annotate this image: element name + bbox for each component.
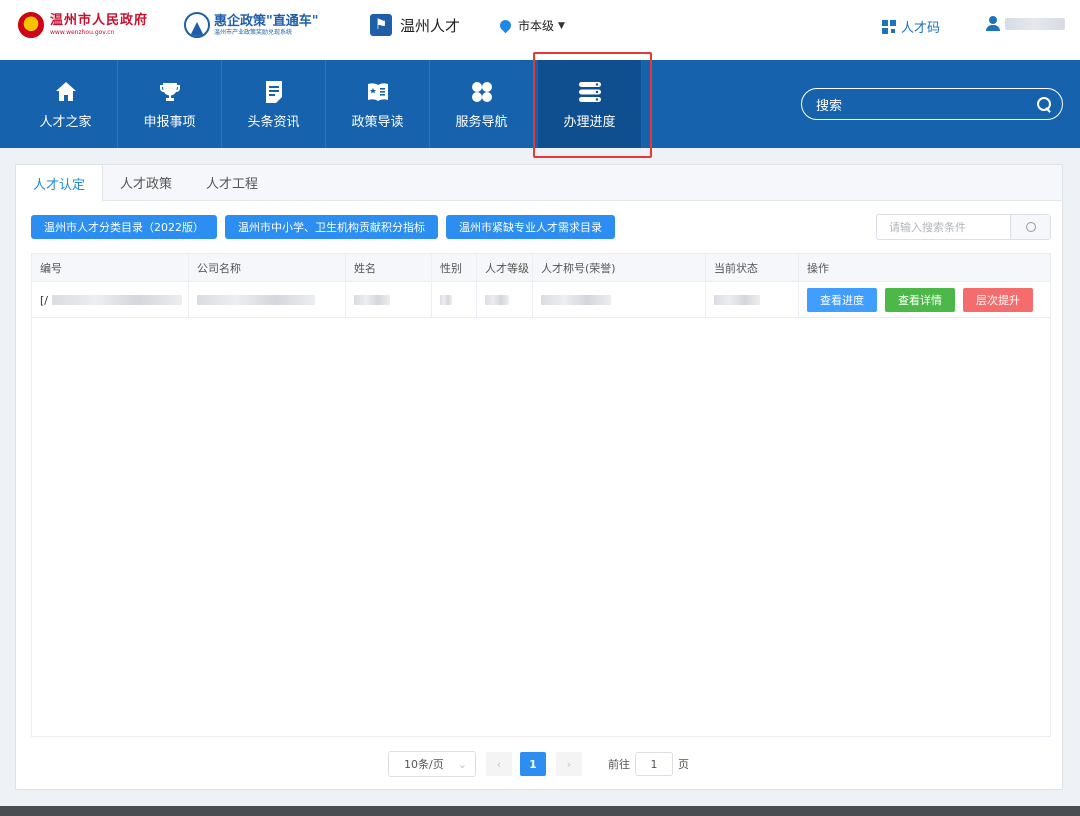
global-search[interactable]: 搜索: [801, 88, 1063, 120]
redacted-value: [541, 295, 611, 305]
column-header: 人才等级: [477, 254, 533, 282]
column-header: 操作: [807, 262, 829, 275]
national-emblem-icon: [18, 12, 44, 38]
footer-bar: [0, 806, 1080, 816]
policy-subtitle: 温州市产业政策奖励兑现系统: [214, 28, 293, 36]
gov-logo[interactable]: 温州市人民政府 www.wenzhou.gov.cn: [18, 12, 148, 38]
table-header: 编号 公司名称 姓名 性别 人才等级 人才称号(荣誉) 当前状态 操作: [32, 254, 1050, 282]
view-progress-button[interactable]: 查看进度: [807, 288, 877, 312]
prev-page-button[interactable]: ‹: [486, 752, 512, 776]
column-header: 人才称号(荣誉): [533, 254, 706, 282]
nav-label: 办理进度: [563, 114, 616, 130]
redacted-value: [197, 295, 315, 305]
nav-item-news[interactable]: 头条资讯: [222, 60, 326, 148]
nav-label: 政策导读: [351, 114, 404, 130]
category-button-row: 温州市人才分类目录（2022版） 温州市中小学、卫生机构贡献积分指标 温州市紧缺…: [31, 215, 615, 239]
talent-logo-icon: ⚑: [370, 14, 392, 36]
redacted-value: [440, 295, 452, 305]
school-health-points-button[interactable]: 温州市中小学、卫生机构贡献积分指标: [225, 215, 438, 239]
nav-label: 申报事项: [143, 114, 196, 130]
goto-label: 前往: [608, 758, 630, 771]
chevron-right-icon: ›: [566, 757, 572, 771]
nav-item-apply[interactable]: 申报事项: [118, 60, 222, 148]
column-header: 姓名: [346, 254, 432, 282]
stack-icon: [577, 79, 603, 105]
cell-title: [533, 282, 706, 318]
policy-name: 惠企政策"直通车": [214, 13, 319, 29]
nav-item-policy-guide[interactable]: 政策导读: [326, 60, 430, 148]
talent-logo[interactable]: ⚑ 温州人才: [370, 14, 460, 36]
caret-down-icon: ▼: [558, 20, 565, 31]
filter-search-button[interactable]: [1010, 215, 1050, 239]
filter-search: 请输入搜索条件: [876, 214, 1051, 240]
page-unit-label: 页: [678, 758, 689, 771]
nav-item-progress[interactable]: 办理进度: [538, 60, 642, 148]
level-upgrade-button[interactable]: 层次提升: [963, 288, 1033, 312]
nav-label: 服务导航: [455, 114, 508, 130]
user-name-redacted: [1005, 18, 1065, 30]
view-details-button[interactable]: 查看详情: [885, 288, 955, 312]
tab-bar: 人才认定 人才政策 人才工程: [16, 165, 1062, 202]
column-header: 当前状态: [706, 254, 799, 282]
table-row: [/ 查看进度 查看详情 层次提升: [32, 282, 1050, 318]
gov-name: 温州市人民政府: [50, 13, 149, 28]
trophy-icon: [157, 79, 183, 105]
cell-level: [477, 282, 533, 318]
talent-name: 温州人才: [400, 16, 461, 35]
nav-item-service-guide[interactable]: 服务导航: [430, 60, 534, 148]
shortage-talent-catalog-button[interactable]: 温州市紧缺专业人才需求目录: [446, 215, 615, 239]
cell-actions: 查看进度 查看详情 层次提升: [799, 282, 1050, 318]
search-icon[interactable]: [1036, 96, 1052, 112]
user-icon: [985, 16, 1001, 32]
chevron-left-icon: ‹: [496, 757, 502, 771]
search-icon: [1025, 222, 1036, 232]
results-table: 编号 公司名称 姓名 性别 人才等级 人才称号(荣誉) 当前状态 操作 [/ 查…: [31, 253, 1051, 737]
gov-url: www.wenzhou.gov.cn: [50, 29, 115, 36]
redacted-value: [52, 295, 182, 305]
column-header: 性别: [432, 254, 477, 282]
cell-id: [/: [32, 282, 189, 318]
cell-status: [706, 282, 799, 318]
cell-gender: [432, 282, 477, 318]
tab-talent-certification[interactable]: 人才认定: [16, 165, 104, 202]
book-icon: [365, 79, 391, 105]
redacted-value: [354, 295, 390, 305]
policy-logo-icon: [184, 12, 210, 38]
document-icon: [261, 79, 287, 105]
talent-code-label: 人才码: [901, 21, 941, 36]
cell-name: [346, 282, 432, 318]
page-number-current[interactable]: 1: [520, 752, 546, 776]
location-pin-icon: [497, 17, 514, 34]
region-label: 市本级: [518, 19, 555, 33]
next-page-button[interactable]: ›: [556, 752, 582, 776]
redacted-value: [485, 295, 509, 305]
talent-catalog-button[interactable]: 温州市人才分类目录（2022版）: [31, 215, 217, 239]
user-menu[interactable]: [985, 16, 1065, 32]
policy-logo[interactable]: 惠企政策"直通车" 温州市产业政策奖励兑现系统: [184, 12, 319, 38]
pagination: 10条/页 ⌄ ‹ 1 › 前往 1 页: [388, 751, 689, 777]
tab-talent-project[interactable]: 人才工程: [189, 165, 275, 200]
page-size-select[interactable]: 10条/页 ⌄: [388, 751, 476, 777]
redacted-value: [714, 295, 760, 305]
qr-code-icon: [882, 19, 896, 34]
nav-item-talent-home[interactable]: 人才之家: [14, 60, 118, 148]
tab-talent-policy[interactable]: 人才政策: [103, 165, 189, 200]
nav-label: 头条资讯: [247, 114, 300, 130]
column-header: 编号: [32, 254, 189, 282]
home-icon: [53, 79, 79, 105]
id-prefix: [/: [40, 293, 48, 307]
search-label: 搜索: [816, 98, 843, 114]
nav-label: 人才之家: [39, 114, 92, 130]
region-selector[interactable]: 市本级 ▼: [497, 17, 565, 34]
grid-icon: [469, 79, 495, 105]
column-header: 公司名称: [189, 254, 346, 282]
talent-code-link[interactable]: 人才码: [882, 17, 940, 36]
goto-page-input[interactable]: 1: [635, 752, 673, 776]
top-header: 温州市人民政府 www.wenzhou.gov.cn 惠企政策"直通车" 温州市…: [0, 0, 1080, 60]
cell-company: [189, 282, 346, 318]
content-panel: 人才认定 人才政策 人才工程 温州市人才分类目录（2022版） 温州市中小学、卫…: [15, 164, 1063, 790]
page-size-label: 10条/页: [404, 758, 444, 771]
chevron-down-icon: ⌄: [457, 757, 467, 771]
filter-input[interactable]: 请输入搜索条件: [877, 215, 1010, 239]
